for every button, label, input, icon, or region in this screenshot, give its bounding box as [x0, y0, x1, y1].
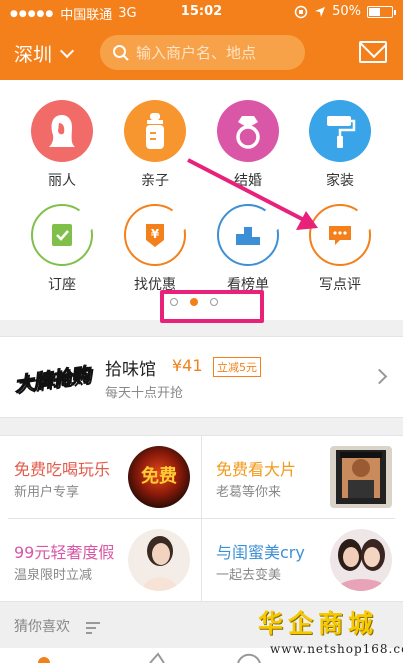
flash-deal-logo: 大牌抢购 — [13, 363, 92, 396]
deal-merchant-name: 拾味馆 — [105, 360, 156, 380]
promo-subtitle: 温泉限时立减 — [14, 568, 93, 583]
section-title: 猜你喜欢 — [14, 619, 70, 635]
promo-subtitle: 新用户专享 — [14, 485, 80, 500]
filter-icon[interactable] — [86, 622, 100, 637]
promo-title: 与闺蜜美cry — [216, 543, 305, 562]
promo-subtitle: 老葛等你来 — [216, 485, 282, 500]
annotation-highlight-box — [160, 290, 264, 323]
promo-free-fun[interactable]: 免费吃喝玩乐 新用户专享 免费 — [0, 436, 200, 518]
deal-price: ¥41 — [172, 356, 203, 375]
model-photo-image — [128, 529, 190, 591]
deal-discount-badge: 立减5元 — [213, 357, 261, 377]
promo-grid: 免费吃喝玩乐 新用户专享 免费 免费看大片 老葛等你来 99元轻奢度假 温泉限时… — [0, 435, 403, 602]
watermark-brand: 华企商城 — [258, 609, 379, 638]
deal-subtitle: 每天十点开抢 — [105, 386, 184, 401]
promo-title: 99元轻奢度假 — [14, 543, 115, 562]
promo-subtitle: 一起去变美 — [216, 568, 282, 583]
svg-text:免费: 免费 — [141, 465, 177, 487]
film-strip-image — [330, 446, 392, 508]
friends-photo-image — [330, 529, 392, 591]
promo-free-movie[interactable]: 免费看大片 老葛等你来 — [202, 436, 402, 518]
promo-beauty-friends[interactable]: 与闺蜜美cry 一起去变美 — [202, 519, 402, 601]
svg-text:¥: ¥ — [151, 227, 160, 241]
annotation-arrow-icon — [187, 158, 318, 230]
watermark-url: www.netshop168.com — [270, 642, 403, 656]
promo-vacation[interactable]: 99元轻奢度假 温泉限时立减 — [0, 519, 200, 601]
promo-title: 免费看大片 — [216, 460, 297, 479]
flash-deal-row[interactable]: 大牌抢购 拾味馆 ¥41 立减5元 每天十点开抢 — [0, 336, 403, 418]
promo-title: 免费吃喝玩乐 — [14, 460, 111, 479]
free-badge-image: 免费 — [128, 446, 190, 508]
chevron-right-icon — [371, 368, 388, 385]
